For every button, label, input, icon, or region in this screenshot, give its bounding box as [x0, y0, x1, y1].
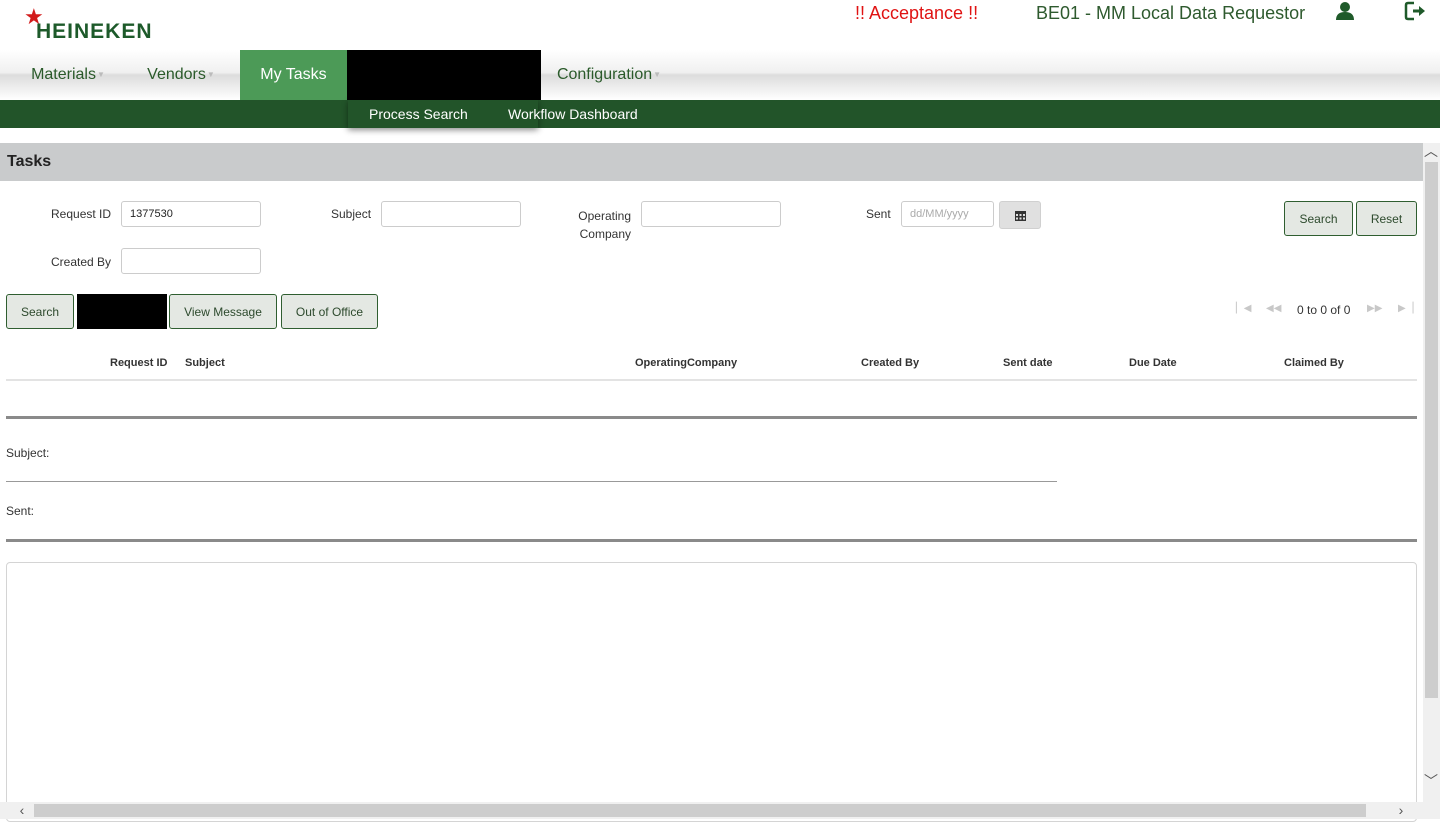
created-by-input[interactable]	[121, 248, 261, 274]
column-header-claimed-by[interactable]: Claimed By	[1284, 357, 1344, 369]
sent-date-input[interactable]	[901, 201, 994, 227]
nav-redacted-item[interactable]	[347, 50, 541, 100]
logout-icon[interactable]	[1404, 0, 1428, 22]
sent-label: Sent	[866, 207, 891, 221]
message-subject-label: Subject:	[6, 446, 50, 460]
filter-reset-button[interactable]: Reset	[1356, 201, 1417, 236]
column-header-created-by[interactable]: Created By	[861, 357, 919, 369]
nav-my-tasks[interactable]: My Tasks	[240, 50, 347, 100]
chevron-down-icon: ▼	[96, 70, 105, 79]
column-header-request-id[interactable]: Request ID	[110, 357, 167, 369]
nav-materials[interactable]: Materials▼	[20, 50, 116, 100]
environment-label: !! Acceptance !!	[855, 3, 979, 23]
scroll-up-icon[interactable]: ︿	[1423, 144, 1439, 158]
vertical-scrollbar-thumb[interactable]	[1425, 162, 1438, 698]
subject-input[interactable]	[381, 201, 521, 227]
chevron-down-icon: ▼	[206, 70, 215, 79]
table-bottom-divider	[6, 416, 1417, 419]
operating-company-label: Operating Company	[570, 207, 631, 243]
scroll-right-icon[interactable]: ›	[1393, 803, 1409, 817]
nav-materials-label: Materials	[31, 66, 96, 84]
filter-search-button[interactable]: Search	[1284, 201, 1353, 236]
view-message-button[interactable]: View Message	[169, 294, 277, 329]
operating-company-label-line1: Operating	[578, 209, 631, 223]
subject-label: Subject	[331, 207, 372, 221]
calendar-icon	[1015, 211, 1026, 221]
last-page-icon[interactable]: ▶▕	[1398, 302, 1413, 316]
horizontal-scrollbar-thumb[interactable]	[34, 804, 1366, 817]
column-header-due-date[interactable]: Due Date	[1129, 357, 1177, 369]
previous-page-icon[interactable]: ◀◀	[1266, 302, 1281, 316]
next-page-icon[interactable]: ▶▶	[1367, 302, 1382, 316]
scroll-down-icon[interactable]: ﹀	[1423, 774, 1439, 788]
out-of-office-button[interactable]: Out of Office	[281, 294, 378, 329]
operating-company-input[interactable]	[641, 201, 781, 227]
nav-vendors[interactable]: Vendors▼	[134, 50, 228, 100]
submenu-bar	[0, 100, 1440, 128]
nav-configuration-label: Configuration	[556, 66, 653, 84]
main-navbar: Materials▼ Vendors▼ My Tasks Configurati…	[0, 50, 1440, 100]
column-header-operating-company[interactable]: OperatingCompany	[635, 357, 737, 369]
message-body-area[interactable]	[6, 562, 1417, 822]
column-header-sent-date[interactable]: Sent date	[1003, 357, 1053, 369]
user-icon[interactable]	[1334, 0, 1356, 22]
tasks-panel-header	[0, 143, 1423, 181]
message-header-divider	[6, 539, 1417, 542]
first-page-icon[interactable]: ▏◀	[1236, 302, 1251, 316]
operating-company-label-line2: Company	[579, 227, 631, 241]
search-button[interactable]: Search	[6, 294, 74, 329]
nav-vendors-label: Vendors	[147, 66, 206, 84]
brand-name: HEINEKEN	[36, 20, 153, 43]
table-header-divider	[6, 379, 1417, 381]
redacted-button[interactable]	[77, 294, 167, 329]
chevron-down-icon: ▼	[653, 70, 662, 79]
role-label: BE01 - MM Local Data Requestor	[1036, 3, 1306, 23]
created-by-label: Created By	[51, 255, 112, 269]
scroll-left-icon[interactable]: ‹	[14, 803, 30, 817]
column-header-subject[interactable]: Subject	[185, 357, 225, 369]
pager-status: 0 to 0 of 0	[1297, 303, 1351, 317]
calendar-button[interactable]	[999, 201, 1041, 229]
request-id-input[interactable]	[121, 201, 261, 227]
request-id-label: Request ID	[51, 207, 112, 221]
page-title: Tasks	[7, 153, 52, 170]
nav-my-tasks-label: My Tasks	[260, 66, 327, 83]
message-sent-label: Sent:	[6, 504, 35, 518]
submenu-workflow-dashboard[interactable]: Workflow Dashboard	[508, 100, 638, 128]
nav-configuration[interactable]: Configuration▼	[546, 50, 672, 100]
message-subject-divider	[6, 481, 1057, 482]
submenu-process-search[interactable]: Process Search	[369, 100, 468, 128]
